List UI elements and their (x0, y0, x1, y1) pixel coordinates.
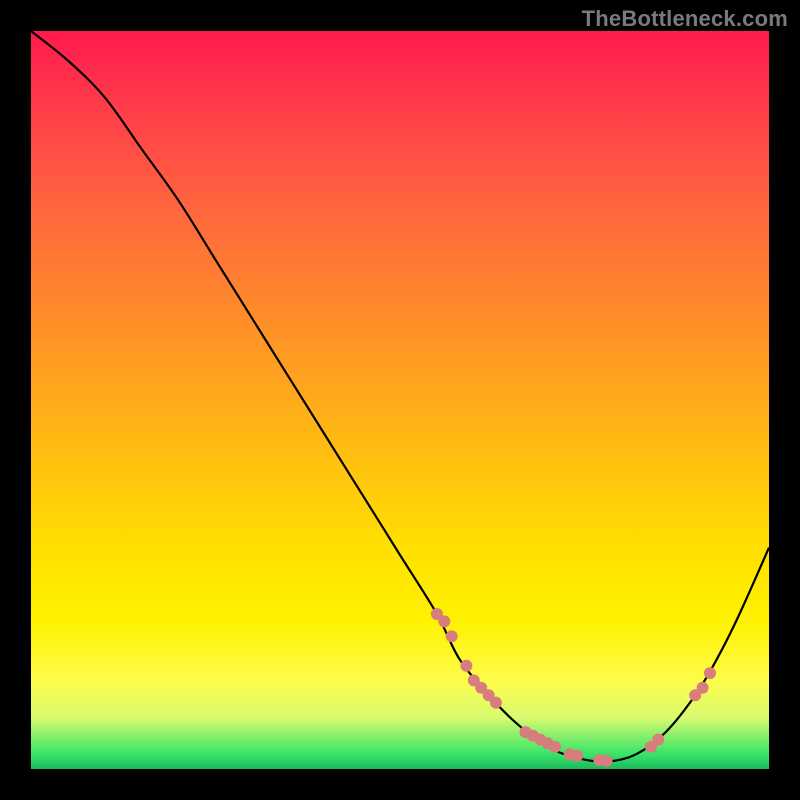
chart-svg (31, 31, 769, 769)
data-marker (697, 682, 709, 694)
data-marker (704, 667, 716, 679)
data-marker (652, 734, 664, 746)
data-marker (571, 750, 583, 762)
data-marker (490, 697, 502, 709)
data-marker (446, 630, 458, 642)
data-marker (549, 741, 561, 753)
watermark-text: TheBottleneck.com (582, 6, 788, 32)
data-marker (460, 660, 472, 672)
bottleneck-curve (31, 31, 769, 762)
data-marker (601, 755, 613, 767)
data-marker (438, 615, 450, 627)
data-markers (431, 608, 716, 767)
